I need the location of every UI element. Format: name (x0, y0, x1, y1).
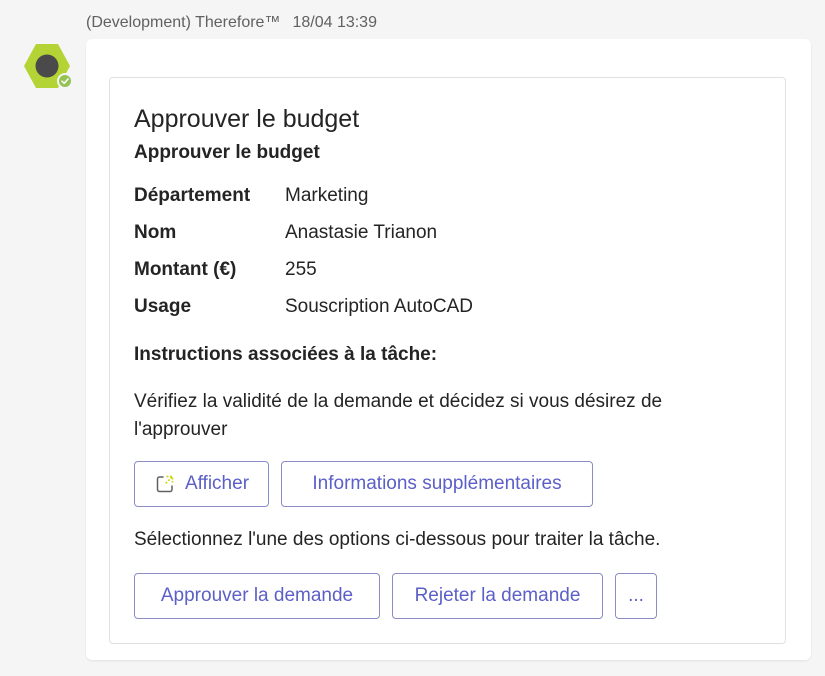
select-options-prompt: Sélectionnez l'une des options ci-dessou… (134, 529, 661, 550)
message-header: (Development) Therefore™ 18/04 13:39 (86, 14, 377, 32)
fact-key: Nom (134, 222, 177, 243)
instructions-heading: Instructions associées à la tâche: (134, 344, 438, 365)
available-status-icon (57, 73, 73, 89)
adaptive-card: Approuver le budget Approuver le budget … (109, 77, 786, 644)
more-info-button[interactable]: Informations supplémentaires (281, 461, 593, 507)
fact-value: Marketing (285, 185, 369, 206)
reject-request-button[interactable]: Rejeter la demande (392, 573, 603, 619)
approve-request-label: Approuver la demande (160, 585, 354, 606)
reject-request-label: Rejeter la demande (414, 585, 581, 606)
more-options-label: ... (628, 585, 644, 606)
sender-name: (Development) Therefore™ (86, 14, 281, 31)
bot-avatar[interactable] (22, 42, 73, 92)
more-info-button-label: Informations supplémentaires (312, 473, 562, 494)
fact-key: Usage (134, 296, 192, 317)
message-timestamp: 18/04 13:39 (292, 14, 377, 31)
open-external-icon (154, 473, 176, 495)
fact-value: Anastasie Trianon (285, 222, 438, 243)
instructions-text: Vérifiez la validité de la demande et dé… (134, 391, 663, 440)
more-options-button[interactable]: ... (615, 573, 657, 619)
view-button-label: Afficher (184, 473, 250, 494)
approve-request-button[interactable]: Approuver la demande (134, 573, 380, 619)
view-button[interactable]: Afficher (134, 461, 269, 507)
card-title: Approuver le budget (134, 105, 360, 133)
card-subtitle: Approuver le budget (134, 142, 320, 163)
fact-value: 255 (285, 259, 317, 280)
fact-value: Souscription AutoCAD (285, 296, 473, 317)
fact-key: Montant (€) (134, 259, 237, 280)
fact-key: Département (134, 185, 251, 206)
message-bubble: Approuver le budget Approuver le budget … (86, 39, 811, 660)
